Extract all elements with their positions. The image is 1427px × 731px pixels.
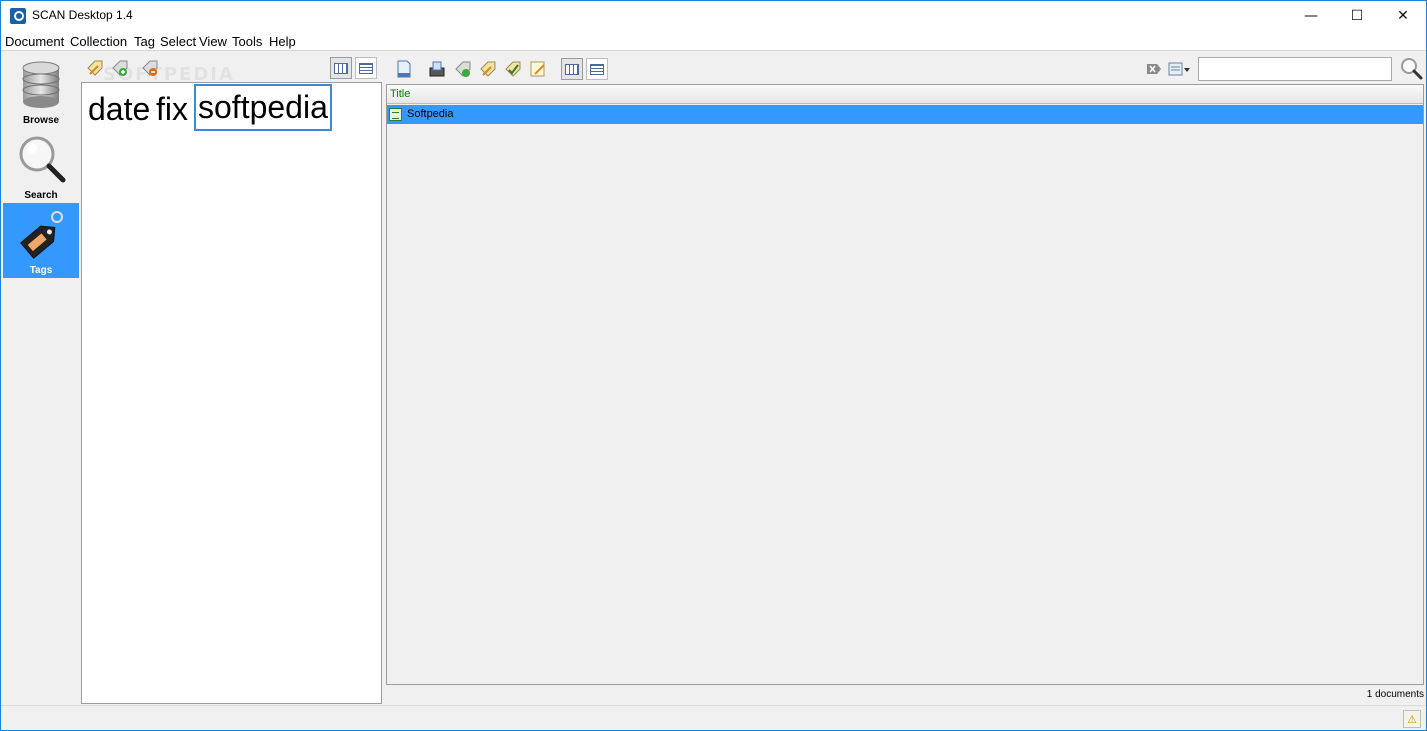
tag-icon [20,211,63,259]
status-bar: ⚠ [1,705,1426,730]
menu-bar: Document Collection Tag Select View Tool… [1,31,1426,85]
document-count: 1 documents [1366,689,1424,700]
menu-select[interactable]: Select [160,34,196,49]
app-window: SCAN Desktop 1.4 — ☐ ✕ Document Collecti… [0,0,1427,731]
document-status: 1 documents [385,687,1424,705]
new-tag-icon[interactable] [86,59,104,77]
edit-document-icon[interactable] [529,60,547,78]
database-icon [22,61,60,108]
column-header-title[interactable]: Title [387,85,1423,104]
nav-browse-label: Browse [22,115,60,126]
menu-view[interactable]: View [199,34,227,49]
column-title-label: Title [390,88,411,100]
add-tag-icon[interactable] [111,59,129,77]
apply-tag-icon[interactable] [504,60,522,78]
doc-table-view-button[interactable] [561,58,583,80]
menu-help[interactable]: Help [269,34,296,49]
search-options-icon[interactable] [1167,60,1191,78]
row-title: Softpedia [407,108,454,120]
tag-toolbar [80,53,383,83]
tag-softpedia[interactable]: softpedia [194,84,332,131]
menu-document[interactable]: Document [5,34,64,49]
nav-tags-label: Tags [29,265,53,276]
scan-document-icon[interactable] [428,60,446,78]
maximize-button[interactable]: ☐ [1334,1,1380,31]
tag-pane: date fix softpedia [80,53,383,705]
nav-tags[interactable]: Tags [3,203,79,278]
document-icon [389,108,402,121]
cloud-view-button[interactable] [330,57,352,79]
table-row[interactable]: Softpedia [387,105,1423,124]
window-title: SCAN Desktop 1.4 [32,8,133,22]
minimize-button[interactable]: — [1288,1,1334,31]
nav-search-label: Search [24,190,58,201]
add-tag-to-doc-icon[interactable] [454,60,472,78]
list-view-icon [590,63,604,75]
edit-tag-icon[interactable] [479,60,497,78]
document-pane: Title Softpedia 1 documents [385,53,1426,705]
tag-fix[interactable]: fix [154,89,190,129]
app-logo-icon [10,8,26,24]
search-input[interactable] [1198,57,1392,81]
document-table: Title Softpedia [386,84,1424,685]
title-bar: SCAN Desktop 1.4 — ☐ ✕ [1,1,1426,31]
remove-tag-icon[interactable] [141,59,159,77]
list-view-button[interactable] [355,57,377,79]
warning-icon[interactable]: ⚠ [1403,710,1421,728]
tag-date[interactable]: date [86,89,152,129]
menu-collection[interactable]: Collection [70,34,127,49]
nav-search[interactable]: Search [3,128,79,203]
table-view-icon [565,63,579,75]
doc-list-view-button[interactable] [586,58,608,80]
magnifier-icon [19,136,66,183]
menu-tools[interactable]: Tools [232,34,262,49]
document-toolbar [385,53,1426,84]
list-view-icon [359,62,373,74]
tag-cloud: date fix softpedia [81,82,382,704]
new-document-icon[interactable] [395,60,413,78]
close-button[interactable]: ✕ [1380,1,1426,31]
search-icon[interactable] [1399,56,1423,80]
clear-tag-filter-icon[interactable] [1145,60,1163,78]
menu-tag[interactable]: Tag [134,34,155,49]
nav-browse[interactable]: Browse [3,53,79,128]
side-navigation: Browse Search Tags [2,53,79,703]
grid-view-icon [334,62,348,74]
